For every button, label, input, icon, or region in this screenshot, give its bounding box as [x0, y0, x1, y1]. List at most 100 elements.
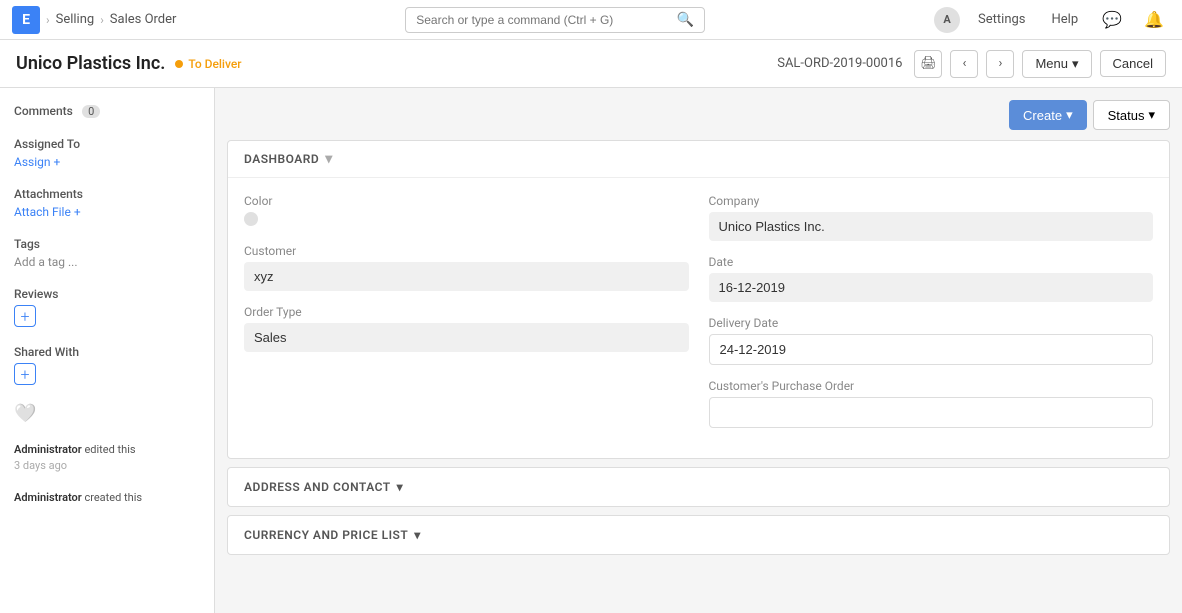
breadcrumb-selling[interactable]: Selling	[56, 12, 95, 27]
currency-section-card: CURRENCY AND PRICE LIST ▾	[227, 515, 1170, 555]
form-body: Color Customer Order Type	[228, 178, 1169, 458]
company-group: Company	[709, 194, 1154, 241]
order-type-group: Order Type	[244, 305, 689, 352]
main-content: Create ▾ Status ▾ DASHBOARD ▾ Color	[215, 88, 1182, 613]
search-input[interactable]	[416, 13, 671, 27]
customer-group: Customer	[244, 244, 689, 291]
topbar: E › Selling › Sales Order 🔍 A Settings H…	[0, 0, 1182, 40]
address-chevron-icon: ▾	[397, 480, 404, 494]
status-badge: To Deliver	[175, 57, 241, 71]
topbar-left: E › Selling › Sales Order	[12, 6, 176, 34]
attach-file-action[interactable]: Attach File +	[14, 205, 200, 219]
assign-action[interactable]: Assign +	[14, 155, 200, 169]
help-button[interactable]: Help	[1044, 8, 1087, 31]
next-button[interactable]: ›	[986, 50, 1014, 78]
create-button[interactable]: Create ▾	[1009, 100, 1087, 130]
reviews-add-button[interactable]: +	[14, 305, 36, 327]
status-text: To Deliver	[188, 57, 241, 71]
activity-2-action: created this	[84, 491, 142, 504]
currency-section-header[interactable]: CURRENCY AND PRICE LIST ▾	[228, 516, 1169, 554]
purchase-order-group: Customer's Purchase Order	[709, 379, 1154, 428]
menu-button[interactable]: Menu ▾	[1022, 50, 1091, 78]
sidebar-shared-with: Shared With +	[14, 345, 200, 385]
activity-1-action: edited this	[84, 443, 135, 456]
sidebar-reviews: Reviews +	[14, 287, 200, 327]
menu-chevron-icon: ▾	[1072, 56, 1079, 72]
form-left-col: Color Customer Order Type	[244, 194, 689, 442]
sidebar-assigned-to: Assigned To Assign +	[14, 137, 200, 169]
prev-button[interactable]: ‹	[950, 50, 978, 78]
sidebar: Comments 0 Assigned To Assign + Attachme…	[0, 88, 215, 613]
heart-icon[interactable]: 🤍	[14, 403, 200, 424]
activity-1-user: Administrator	[14, 443, 82, 456]
bell-icon[interactable]: 🔔	[1138, 6, 1170, 33]
page-title: Unico Plastics Inc.	[16, 53, 165, 74]
color-group: Color	[244, 194, 689, 230]
date-label: Date	[709, 255, 1154, 269]
breadcrumb-sep-1: ›	[46, 13, 50, 27]
color-swatch[interactable]	[244, 212, 258, 226]
assigned-to-label: Assigned To	[14, 137, 200, 151]
create-button-label: Create	[1023, 108, 1062, 123]
currency-chevron-icon: ▾	[414, 528, 421, 542]
breadcrumb-sep-2: ›	[100, 13, 104, 27]
activity-2: Administrator created this	[14, 490, 200, 507]
topbar-right: A Settings Help 💬 🔔	[934, 6, 1170, 33]
shared-with-add-button[interactable]: +	[14, 363, 36, 385]
avatar[interactable]: A	[934, 7, 960, 33]
print-button[interactable]: 🖨	[914, 50, 942, 78]
purchase-order-input[interactable]	[709, 397, 1154, 428]
chat-icon[interactable]: 💬	[1096, 6, 1128, 33]
form-right-col: Company Date Delivery Date Customer	[709, 194, 1154, 442]
search-area: 🔍	[176, 7, 934, 33]
dashboard-section-header[interactable]: DASHBOARD ▾	[228, 141, 1169, 178]
settings-button[interactable]: Settings	[970, 8, 1033, 31]
status-button-label: Status	[1108, 108, 1145, 123]
date-input[interactable]	[709, 273, 1154, 302]
activity-2-user: Administrator	[14, 491, 82, 504]
delivery-date-group: Delivery Date	[709, 316, 1154, 365]
activity-1-time: 3 days ago	[14, 459, 200, 472]
address-section-card: ADDRESS AND CONTACT ▾	[227, 467, 1170, 507]
delivery-date-input[interactable]	[709, 334, 1154, 365]
breadcrumb-sales-order[interactable]: Sales Order	[110, 12, 177, 27]
company-input[interactable]	[709, 212, 1154, 241]
delivery-date-label: Delivery Date	[709, 316, 1154, 330]
sidebar-heart: 🤍	[14, 403, 200, 424]
sidebar-comments: Comments 0	[14, 104, 200, 119]
sidebar-activity-2: Administrator created this	[14, 490, 200, 507]
app-icon[interactable]: E	[12, 6, 40, 34]
attach-plus-icon: +	[74, 205, 81, 219]
address-section-label: ADDRESS AND CONTACT	[244, 480, 391, 494]
attachments-label: Attachments	[14, 187, 200, 201]
dashboard-form-card: DASHBOARD ▾ Color Customer	[227, 140, 1170, 459]
status-dot	[175, 60, 183, 68]
assign-plus-icon: +	[54, 155, 61, 169]
purchase-order-label: Customer's Purchase Order	[709, 379, 1154, 393]
order-id: SAL-ORD-2019-00016	[777, 56, 902, 71]
comments-label: Comments	[14, 104, 73, 118]
date-group: Date	[709, 255, 1154, 302]
tags-label: Tags	[14, 237, 200, 251]
sidebar-activity: Administrator edited this 3 days ago	[14, 442, 200, 472]
order-type-label: Order Type	[244, 305, 689, 319]
status-button[interactable]: Status ▾	[1093, 100, 1170, 130]
color-label: Color	[244, 194, 689, 208]
main-layout: Comments 0 Assigned To Assign + Attachme…	[0, 88, 1182, 613]
reviews-label: Reviews	[14, 287, 200, 301]
order-type-input[interactable]	[244, 323, 689, 352]
add-tag-action[interactable]: Add a tag ...	[14, 255, 200, 269]
sidebar-tags: Tags Add a tag ...	[14, 237, 200, 269]
cancel-button[interactable]: Cancel	[1100, 50, 1166, 77]
attach-file-label: Attach File	[14, 205, 71, 219]
customer-input[interactable]	[244, 262, 689, 291]
comments-count: 0	[82, 105, 100, 118]
create-chevron-icon: ▾	[1066, 107, 1073, 123]
search-bar[interactable]: 🔍	[405, 7, 705, 33]
assign-label: Assign	[14, 155, 51, 169]
reviews-add-container: +	[14, 305, 200, 327]
currency-section-label: CURRENCY AND PRICE LIST	[244, 528, 408, 542]
status-chevron-icon: ▾	[1148, 107, 1155, 123]
activity-1: Administrator edited this	[14, 442, 200, 459]
address-section-header[interactable]: ADDRESS AND CONTACT ▾	[228, 468, 1169, 506]
